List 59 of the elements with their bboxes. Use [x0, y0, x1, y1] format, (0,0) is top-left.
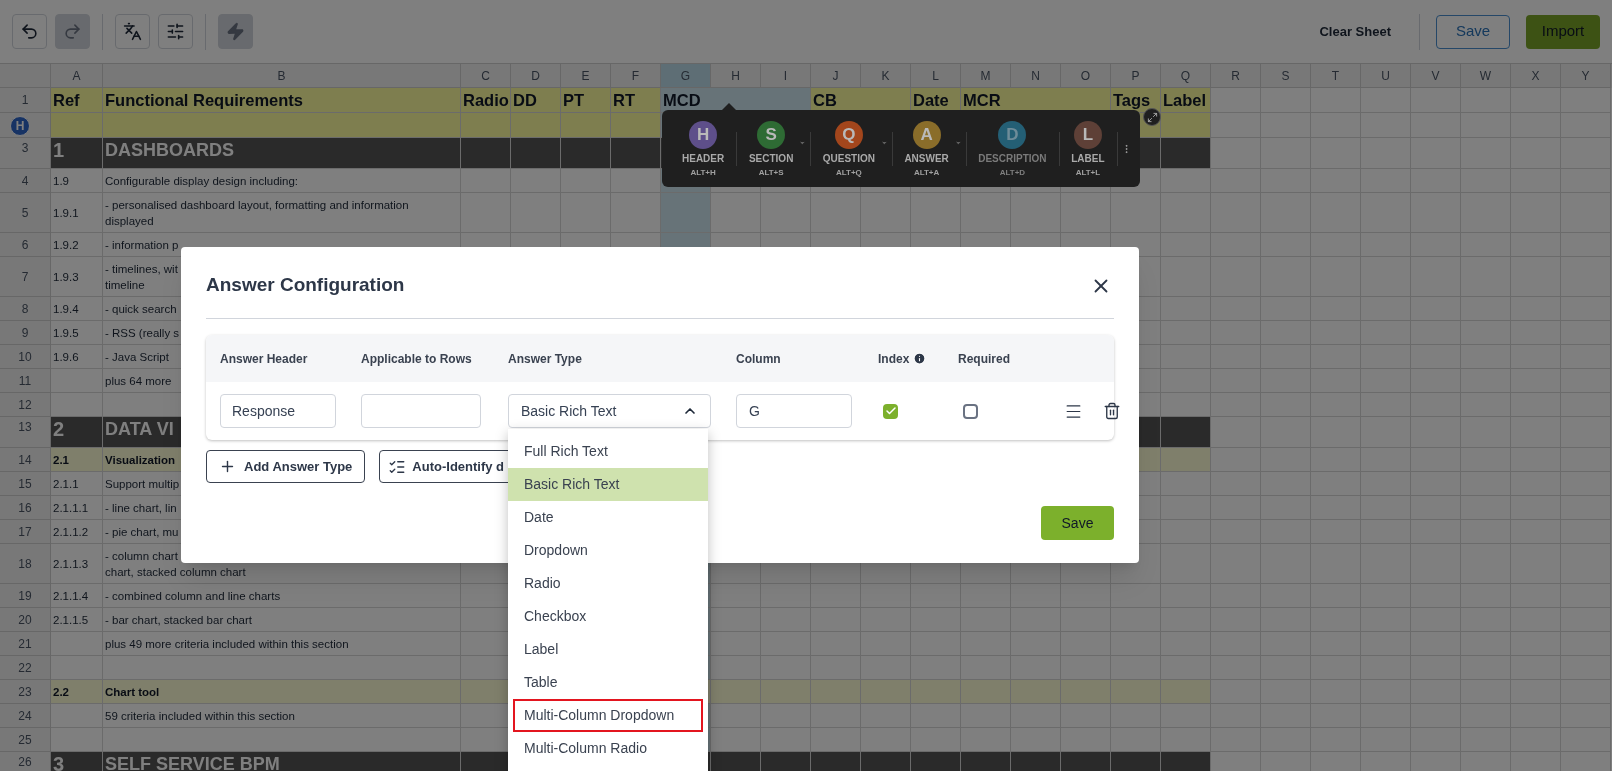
letter-badge: A [912, 120, 941, 149]
table-cell: Ref [51, 88, 103, 113]
column-heading: Column [736, 350, 781, 368]
letter-badge: D [998, 120, 1027, 149]
table-cell: 2.1 [51, 448, 103, 472]
column-heading: Required [958, 350, 1010, 368]
table-cell: - personalised dashboard layout, formatting and information displayed [103, 193, 461, 233]
row-badge: H [10, 116, 30, 136]
table-cell: 1.9.6 [51, 345, 103, 369]
column-heading: Answer Header [220, 350, 308, 368]
table-cell: DASHBOARDS [103, 138, 461, 169]
tool-label: QUESTION [822, 152, 875, 165]
letter-badge: S [757, 120, 786, 149]
tool-label: LABEL [1071, 152, 1105, 165]
table-cell: 2.2 [51, 680, 103, 704]
table-cell: - bar chart, stacked bar chart [103, 608, 461, 632]
table-cell: 59 criteria included within this section [103, 704, 461, 728]
table-cell: Radio [461, 88, 511, 113]
table-cell: 1.9 [51, 169, 103, 193]
table-cell: 2.1.1.2 [51, 520, 103, 544]
table-cell: 2.1.1.1 [51, 496, 103, 520]
table-cell: 1.9.2 [51, 233, 103, 257]
table-cell: 3 [51, 752, 103, 771]
table-cell: 2.1.1.3 [51, 544, 103, 584]
table-cell: 1 [51, 138, 103, 169]
shortcut-label: ALT+Q [835, 167, 862, 177]
letter-badge: Q [834, 120, 863, 149]
table-cell: Functional Requirements [103, 88, 461, 113]
shortcut-label: ALT+D [999, 167, 1026, 177]
tool-label: HEADER [682, 152, 725, 165]
table-cell: Configurable display design including: [103, 169, 461, 193]
dialog-title: Answer Configuration [206, 273, 406, 298]
table-cell: 1.9.3 [51, 257, 103, 297]
tool-label: ANSWER [904, 152, 949, 165]
table-cell: 2.1.1.5 [51, 608, 103, 632]
tool-label: DESCRIPTION [978, 152, 1047, 165]
table-cell: 1.9.1 [51, 193, 103, 233]
column-heading: Answer Type [508, 350, 582, 368]
shortcut-label: ALT+A [913, 167, 940, 177]
column-heading: Index [878, 350, 910, 368]
tool-label: SECTION [748, 152, 794, 165]
table-cell: RT [611, 88, 661, 113]
table-cell: Label [1161, 88, 1211, 113]
table-cell: PT [561, 88, 611, 113]
letter-badge: H [689, 120, 718, 149]
table-cell: 1.9.4 [51, 297, 103, 321]
shortcut-label: ALT+L [1075, 167, 1101, 177]
table-cell: Chart tool [103, 680, 461, 704]
table-cell: SELF SERVICE BPM [103, 752, 461, 771]
table-cell: DD [511, 88, 561, 113]
letter-badge: L [1073, 120, 1102, 149]
shortcut-label: ALT+H [690, 167, 716, 177]
shortcut-label: ALT+S [758, 167, 784, 177]
table-cell: 1.9.5 [51, 321, 103, 345]
table-cell: 2.1.1.4 [51, 584, 103, 608]
table-cell: plus 49 more criteria included within this section [103, 632, 461, 656]
table-cell: 2.1.1 [51, 472, 103, 496]
table-cell: 2 [51, 417, 103, 448]
table-cell: - combined column and line charts [103, 584, 461, 608]
